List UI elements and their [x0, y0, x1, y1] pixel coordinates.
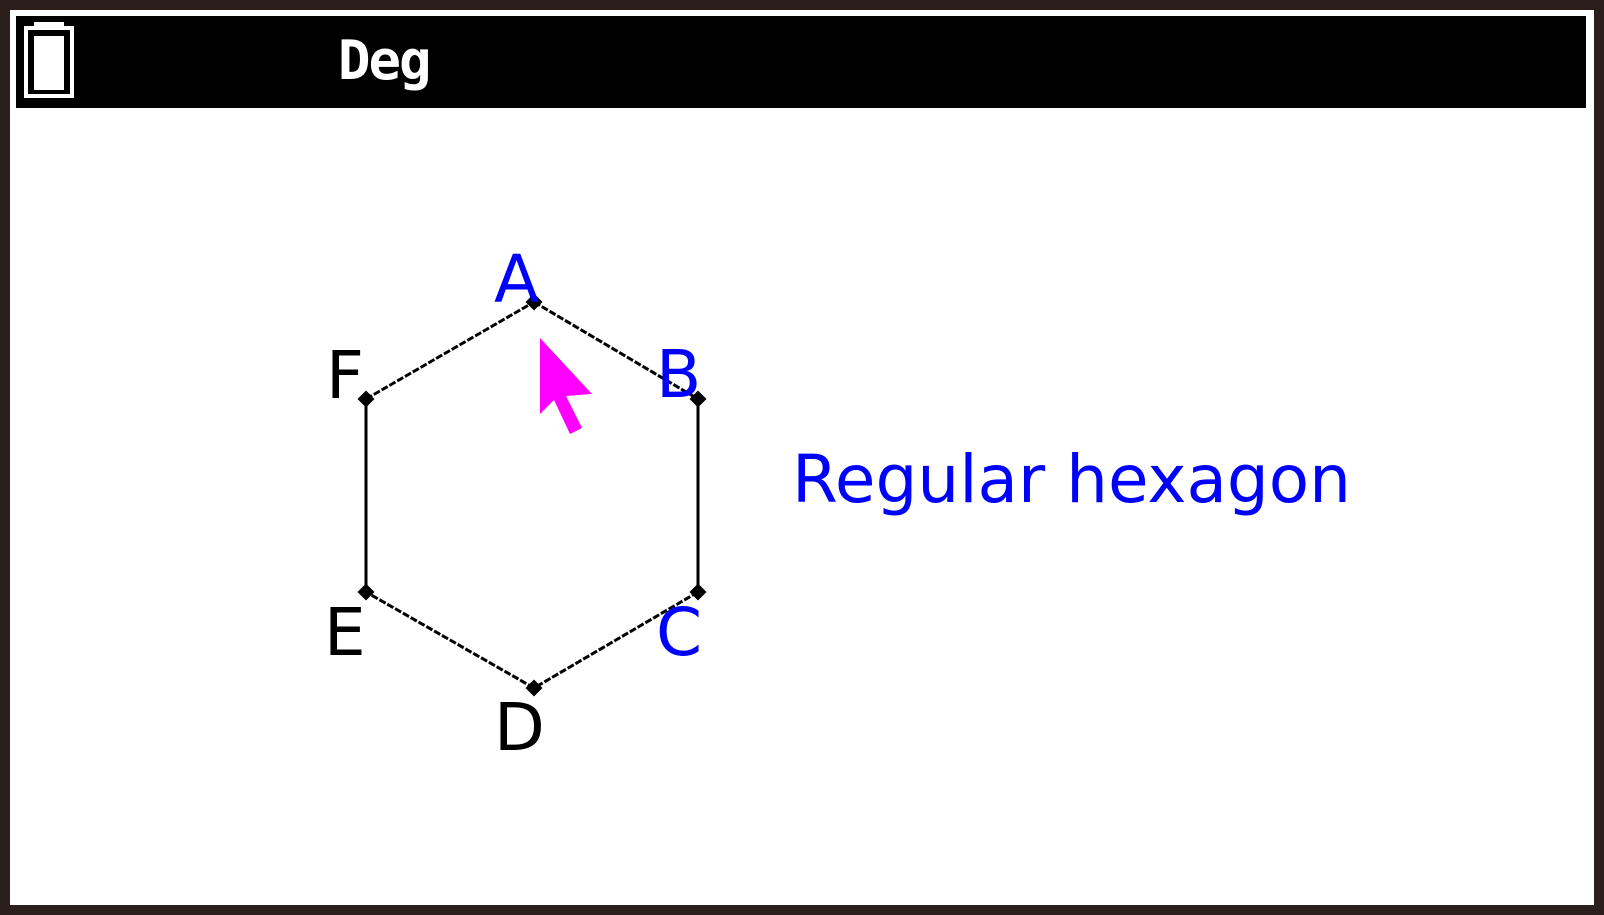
vertex-label-c: C — [656, 594, 702, 671]
edge-de[interactable] — [365, 590, 535, 690]
vertex-label-e: E — [324, 594, 366, 671]
shape-caption: Regular hexagon — [792, 441, 1352, 518]
hexagon[interactable] — [364, 300, 700, 690]
vertex-label-a: A — [494, 241, 539, 318]
vertex-label-d: D — [494, 689, 545, 766]
vertex-label-b: B — [656, 336, 701, 413]
calculator-screen: Deg A B C D E F Regular hexagon — [10, 10, 1594, 905]
vertex-points[interactable] — [357, 293, 707, 697]
vertex-label-f: F — [326, 337, 364, 414]
pointer-arrow-icon — [540, 338, 592, 434]
vertex-labels: A B C D E F — [324, 241, 702, 766]
